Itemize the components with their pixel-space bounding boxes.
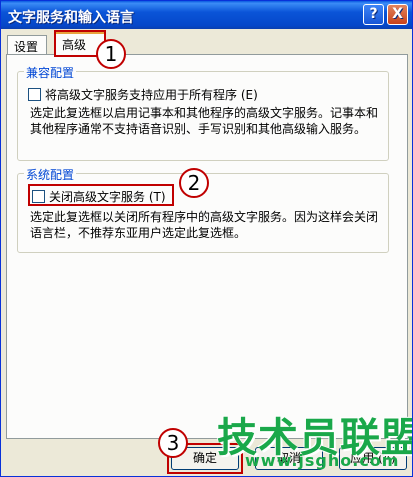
- window-title: 文字服务和输入语言: [8, 10, 134, 26]
- compat-config-group: 兼容配置 将高级文字服务支持应用于所有程序 (E) 选定此复选框以启用记事本和其…: [17, 64, 389, 161]
- step-3-badge: 3: [158, 428, 188, 458]
- step-1-badge: 1: [96, 39, 126, 69]
- compat-checkbox[interactable]: [28, 88, 41, 101]
- help-button[interactable]: ?: [363, 4, 384, 25]
- cancel-button[interactable]: 取消: [255, 447, 323, 470]
- compat-checkbox-label[interactable]: 将高级文字服务支持应用于所有程序 (E): [45, 86, 258, 103]
- tab-settings[interactable]: 设置: [7, 35, 47, 55]
- system-config-legend: 系统配置: [24, 166, 77, 183]
- close-button[interactable]: X: [387, 4, 408, 25]
- system-description: 选定此复选框以关闭所有程序中的高级文字服务。因为这样会关闭语言栏，不推荐东亚用户…: [30, 210, 379, 240]
- dialog-window: 文字服务和输入语言 ? X 设置 高级 兼容配置 将高级文字服务支持应用于所有程…: [0, 0, 413, 477]
- title-bar: 文字服务和输入语言 ? X: [1, 1, 412, 29]
- tab-panel-advanced: 兼容配置 将高级文字服务支持应用于所有程序 (E) 选定此复选框以启用记事本和其…: [6, 54, 408, 439]
- compat-description: 选定此复选框以启用记事本和其他程序的高级文字服务。记事本和其他程序通常不支持语音…: [30, 106, 379, 136]
- compat-config-legend: 兼容配置: [24, 64, 77, 81]
- compat-checkbox-row[interactable]: 将高级文字服务支持应用于所有程序 (E): [28, 86, 258, 103]
- apply-button[interactable]: 应用 (A): [339, 447, 407, 470]
- checkbox-highlight-box: [28, 184, 174, 206]
- step-2-badge: 2: [179, 168, 209, 198]
